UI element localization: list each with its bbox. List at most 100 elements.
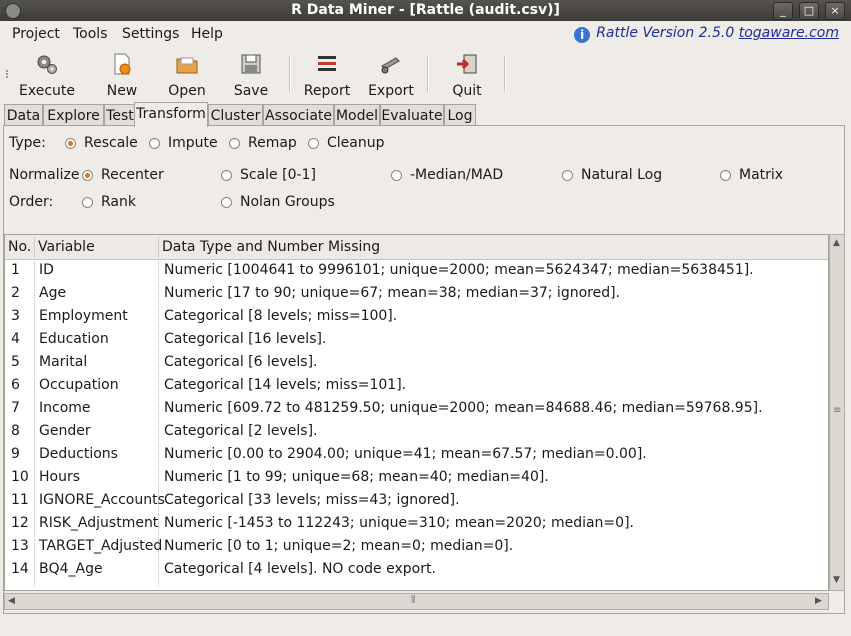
cell-data-type: Categorical [33 levels; miss=43; ignored… <box>164 492 460 508</box>
tab-test[interactable]: Test <box>104 104 136 126</box>
scroll-right-icon[interactable]: ▶ <box>815 596 822 606</box>
cell-number: 11 <box>11 492 29 508</box>
close-button[interactable]: × <box>825 2 845 20</box>
maximize-button[interactable]: □ <box>799 2 819 20</box>
table-row[interactable]: 14 BQ4_Age Categorical [4 levels]. NO code… <box>5 559 828 582</box>
tab-log[interactable]: Log <box>444 104 476 126</box>
table-row[interactable]: 10 Hours Numeric [1 to 99; unique=68; mean… <box>5 467 828 490</box>
cell-variable: Marital <box>39 354 88 370</box>
cell-number: 3 <box>11 308 20 324</box>
scroll-down-icon[interactable]: ▼ <box>833 575 840 585</box>
toolbar: Execute New Open Save Report Export Quit <box>0 46 851 100</box>
cell-variable: Deductions <box>39 446 118 462</box>
radio-indicator <box>221 197 232 208</box>
table-row[interactable]: 11 IGNORE_Accounts Categorical [33 levels;… <box>5 490 828 513</box>
radio-label: Remap <box>248 135 297 151</box>
scroll-left-icon[interactable]: ◀ <box>8 596 15 606</box>
tab-model[interactable]: Model <box>334 104 380 126</box>
report-button[interactable]: Report <box>302 50 352 99</box>
tab-evaluate[interactable]: Evaluate <box>380 104 444 126</box>
table-row[interactable]: 8 Gender Categorical [2 levels]. <box>5 421 828 444</box>
new-document-icon <box>114 53 131 75</box>
table-row[interactable]: 6 Occupation Categorical [14 levels; miss=… <box>5 375 828 398</box>
execute-label: Execute <box>19 83 75 99</box>
column-header-no[interactable]: No. <box>8 239 31 255</box>
tab-cluster[interactable]: Cluster <box>208 104 263 126</box>
quit-button[interactable]: Quit <box>443 50 491 99</box>
tab-associate[interactable]: Associate <box>263 104 334 126</box>
table-row[interactable]: 9 Deductions Numeric [0.00 to 2904.00; uni… <box>5 444 828 467</box>
table-row[interactable]: 3 Employment Categorical [8 levels; miss=1… <box>5 306 828 329</box>
cell-data-type: Categorical [4 levels]. NO code export. <box>164 561 436 577</box>
exit-icon <box>457 54 477 74</box>
report-label: Report <box>303 83 351 99</box>
column-header-variable[interactable]: Variable <box>38 239 95 255</box>
gears-icon <box>37 55 57 74</box>
vertical-scrollbar[interactable]: ▲ ≡ ▼ <box>829 234 845 591</box>
column-divider[interactable] <box>34 237 35 257</box>
info-icon: i <box>574 27 591 43</box>
cell-variable: ID <box>39 262 54 278</box>
minimize-button[interactable]: _ <box>773 2 793 20</box>
radio-label: Rank <box>101 194 136 210</box>
quit-label: Quit <box>452 83 482 99</box>
variables-table[interactable]: No. Variable Data Type and Number Missin… <box>4 234 829 591</box>
radio-label: Scale [0-1] <box>240 167 316 183</box>
export-icon <box>381 57 400 74</box>
new-button[interactable]: New <box>98 50 146 99</box>
menu-tools[interactable]: Tools <box>73 26 108 42</box>
tab-data[interactable]: Data <box>4 104 43 126</box>
cell-data-type: Numeric [0 to 1; unique=2; mean=0; media… <box>164 538 514 554</box>
cell-variable: Occupation <box>39 377 119 393</box>
table-header: No. Variable Data Type and Number Missin… <box>5 235 828 260</box>
tab-explore[interactable]: Explore <box>43 104 104 126</box>
new-label: New <box>106 83 138 99</box>
save-button[interactable]: Save <box>227 50 275 99</box>
cell-data-type: Categorical [14 levels; miss=101]. <box>164 377 407 393</box>
scroll-grip-icon[interactable]: ⦀ <box>411 595 415 606</box>
table-row[interactable]: 1 ID Numeric [1004641 to 9996101; unique=2… <box>5 260 828 283</box>
cell-data-type: Numeric [17 to 90; unique=67; mean=38; m… <box>164 285 621 301</box>
menu-bar: Project Tools Settings Help i Rattle Vers… <box>0 21 851 46</box>
status-bar <box>0 615 851 636</box>
table-row[interactable]: 7 Income Numeric [609.72 to 481259.50; uni… <box>5 398 828 421</box>
version-label: Rattle Version 2.5.0 <box>596 25 735 41</box>
title-bar: R Data Miner - [Rattle (audit.csv)] _ □ … <box>0 0 851 21</box>
radio-indicator <box>82 197 93 208</box>
radio-label: Cleanup <box>327 135 385 151</box>
cell-data-type: Numeric [1 to 99; unique=68; mean=40; me… <box>164 469 549 485</box>
cell-variable: Age <box>39 285 67 301</box>
tab-transform[interactable]: Transform <box>134 102 208 127</box>
cell-variable: TARGET_Adjusted <box>39 538 163 554</box>
table-row[interactable]: 2 Age Numeric [17 to 90; unique=67; mean=3… <box>5 283 828 306</box>
execute-button[interactable]: Execute <box>18 50 76 99</box>
horizontal-scrollbar[interactable]: ◀ ⦀ ▶ <box>4 593 829 610</box>
menu-project[interactable]: Project <box>12 26 60 42</box>
table-row[interactable]: 5 Marital Categorical [6 levels]. <box>5 352 828 375</box>
toolbar-grip[interactable] <box>6 70 12 78</box>
togaware-link[interactable]: togaware.com <box>739 25 839 41</box>
order-label: Order: <box>9 194 54 210</box>
table-row[interactable]: 12 RISK_Adjustment Numeric [-1453 to 11224… <box>5 513 828 536</box>
column-divider[interactable] <box>158 237 159 257</box>
scroll-grip-icon[interactable]: ≡ <box>833 405 841 416</box>
open-button[interactable]: Open <box>163 50 211 99</box>
cell-number: 8 <box>11 423 20 439</box>
export-button[interactable]: Export <box>366 50 416 99</box>
table-row[interactable]: 13 TARGET_Adjusted Numeric [0 to 1; unique… <box>5 536 828 559</box>
cell-data-type: Categorical [2 levels]. <box>164 423 318 439</box>
cell-number: 13 <box>11 538 29 554</box>
cell-number: 12 <box>11 515 29 531</box>
table-row[interactable]: 4 Education Categorical [16 levels]. <box>5 329 828 352</box>
column-header-data-type[interactable]: Data Type and Number Missing <box>162 239 380 255</box>
cell-variable: Employment <box>39 308 128 324</box>
cell-number: 14 <box>11 561 29 577</box>
menu-help[interactable]: Help <box>191 26 223 42</box>
cell-number: 6 <box>11 377 20 393</box>
radio-indicator <box>149 138 160 149</box>
menu-settings[interactable]: Settings <box>122 26 179 42</box>
scroll-up-icon[interactable]: ▲ <box>833 238 840 248</box>
radio-label: Impute <box>168 135 218 151</box>
cell-number: 10 <box>11 469 29 485</box>
cell-data-type: Categorical [16 levels]. <box>164 331 327 347</box>
